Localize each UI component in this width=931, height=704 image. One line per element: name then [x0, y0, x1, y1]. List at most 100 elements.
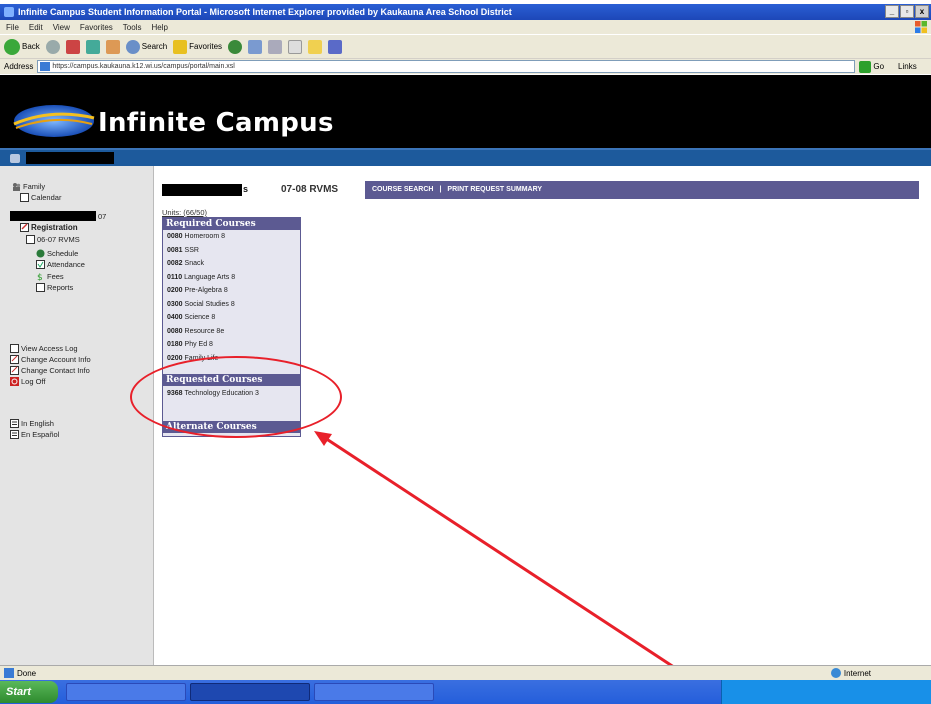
student-term-label: s 07-08 RVMS — [155, 181, 365, 199]
messenger-icon[interactable] — [328, 39, 343, 54]
address-input[interactable]: https://campus.kaukauna.k12.wi.us/campus… — [37, 60, 856, 73]
nav-calendar[interactable]: Calendar — [20, 193, 61, 202]
redacted-student-name — [162, 184, 242, 196]
units-link[interactable]: Units: (66/50) — [162, 208, 207, 217]
ie-page-icon — [4, 668, 14, 678]
nav-term[interactable]: 06-07 RVMS — [26, 235, 80, 244]
address-label: Address — [4, 62, 34, 71]
windows-logo-icon — [915, 21, 927, 33]
folder-icon[interactable] — [308, 39, 323, 54]
nav-reports[interactable]: Reports — [36, 283, 73, 292]
ie-icon — [4, 7, 14, 17]
required-course-item[interactable]: 0080 Resource 8e — [167, 328, 224, 335]
taskbar-item-active[interactable] — [190, 683, 310, 701]
reports-icon — [36, 283, 45, 292]
menu-favorites[interactable]: Favorites — [80, 23, 113, 32]
annotation-ellipse — [130, 356, 342, 438]
schedule-icon — [36, 249, 45, 258]
term-label: 07-08 RVMS — [281, 184, 339, 195]
required-course-item[interactable]: 0081 SSR — [167, 247, 199, 254]
search-button[interactable]: Search — [125, 39, 167, 54]
required-course-item[interactable]: 0200 Pre-Algebra 8 — [167, 287, 228, 294]
language-icon — [10, 419, 19, 428]
close-button[interactable]: x — [915, 5, 929, 18]
required-course-item[interactable]: 0082 Snack — [167, 260, 204, 267]
tab-separator: | — [439, 186, 442, 193]
start-button[interactable]: Start — [0, 681, 58, 703]
nav-fees[interactable]: $ Fees — [36, 272, 64, 281]
zone-indicator: Internet — [830, 668, 871, 678]
required-course-item[interactable]: 0110 Language Arts 8 — [167, 274, 235, 281]
course-search-link[interactable]: COURSE SEARCH — [372, 186, 433, 193]
site-logo-text: Infinite Campus — [98, 108, 334, 138]
nav-log-off[interactable]: Log Off — [10, 377, 45, 386]
taskbar-item[interactable] — [66, 683, 186, 701]
menu-bar: File Edit View Favorites Tools Help — [0, 20, 931, 34]
maximize-button[interactable]: ▫ — [900, 5, 914, 18]
media-icon[interactable] — [228, 39, 243, 54]
taskbar-item[interactable] — [314, 683, 434, 701]
log-off-icon — [10, 377, 19, 386]
menu-view[interactable]: View — [53, 23, 70, 32]
links-button[interactable]: Links — [898, 62, 917, 71]
access-log-icon — [10, 344, 19, 353]
term-icon — [26, 235, 35, 244]
family-icon — [13, 183, 21, 191]
menu-tools[interactable]: Tools — [123, 23, 142, 32]
user-bar — [0, 148, 931, 166]
forward-button[interactable] — [45, 39, 60, 54]
menu-edit[interactable]: Edit — [29, 23, 43, 32]
internet-zone-icon — [830, 668, 841, 678]
nav-family[interactable]: Family — [12, 182, 45, 191]
window-title-bar[interactable]: Infinite Campus Student Information Port… — [0, 4, 931, 20]
svg-text:$: $ — [37, 273, 43, 281]
windows-taskbar: Start — [0, 680, 931, 704]
back-button[interactable]: Back — [4, 38, 40, 55]
left-navigation: Family Calendar 07 Registration 06-07 RV… — [0, 166, 154, 691]
nav-attendance[interactable]: Attendance — [36, 260, 85, 269]
attendance-icon — [36, 260, 45, 269]
nav-change-contact-info[interactable]: Change Contact Info — [10, 366, 90, 375]
nav-in-english[interactable]: In English — [10, 419, 54, 428]
print-request-summary-link[interactable]: PRINT REQUEST SUMMARY — [447, 186, 542, 193]
nav-schedule[interactable]: Schedule — [36, 249, 78, 258]
star-icon — [173, 39, 188, 54]
content-tabs: COURSE SEARCH | PRINT REQUEST SUMMARY — [372, 186, 542, 193]
home-icon[interactable] — [105, 39, 120, 54]
required-courses-heading: Required Courses — [163, 218, 300, 230]
print-icon[interactable] — [288, 39, 303, 54]
account-icon — [10, 355, 19, 364]
required-course-item[interactable]: 0180 Phy Ed 8 — [167, 341, 213, 348]
refresh-icon[interactable] — [85, 39, 100, 54]
status-bar: Done Internet — [0, 665, 931, 680]
history-icon[interactable] — [248, 39, 263, 54]
nav-change-account-info[interactable]: Change Account Info — [10, 355, 91, 364]
nav-en-espanol[interactable]: En Español — [10, 430, 59, 439]
menu-help[interactable]: Help — [151, 23, 167, 32]
redacted-student-name — [10, 211, 96, 221]
infinite-campus-logo-icon — [13, 105, 95, 137]
mail-icon[interactable] — [268, 39, 283, 54]
calendar-icon — [20, 193, 29, 202]
required-course-item[interactable]: 0300 Social Studies 8 — [167, 301, 235, 308]
browser-toolbar: Back Search Favorites — [0, 34, 931, 58]
site-banner: Infinite Campus — [0, 75, 931, 148]
required-course-item[interactable]: 0400 Science 8 — [167, 314, 215, 321]
window-controls: _ ▫ x — [885, 5, 929, 18]
menu-file[interactable]: File — [6, 23, 19, 32]
nav-student[interactable]: 07 — [10, 211, 106, 221]
nav-view-access-log[interactable]: View Access Log — [10, 344, 78, 353]
system-tray — [721, 680, 931, 704]
required-course-item[interactable]: 0080 Homeroom 8 — [167, 233, 225, 240]
window-title: Infinite Campus Student Information Port… — [18, 7, 512, 17]
favorites-button[interactable]: Favorites — [173, 39, 222, 54]
nav-registration[interactable]: Registration — [20, 223, 78, 232]
redacted-username — [26, 152, 114, 164]
contact-icon — [10, 366, 19, 375]
fees-icon: $ — [37, 273, 43, 281]
go-button[interactable]: Go — [859, 60, 884, 73]
user-icon — [10, 154, 20, 163]
minimize-button[interactable]: _ — [885, 5, 899, 18]
stop-icon[interactable] — [65, 39, 80, 54]
language-icon — [10, 430, 19, 439]
